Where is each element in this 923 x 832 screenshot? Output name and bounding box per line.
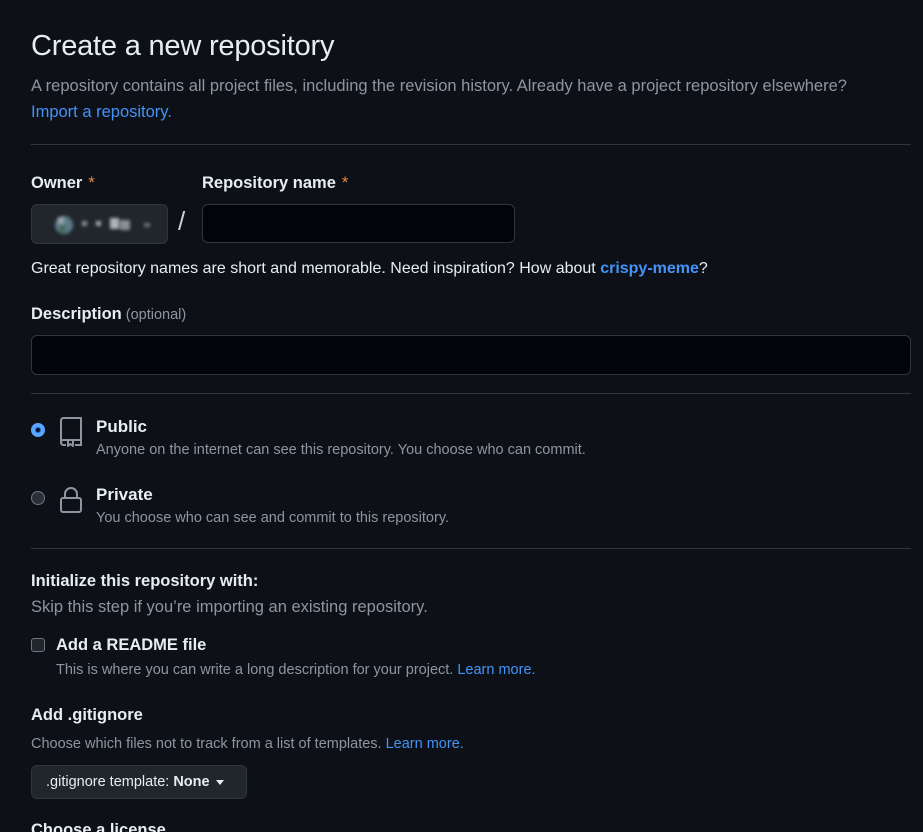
owner-repo-separator: / (178, 206, 186, 236)
repo-name-hint: Great repository names are short and mem… (31, 260, 708, 278)
readme-description: This is where you can write a long descr… (56, 662, 536, 678)
initialize-title: Initialize this repository with: (31, 572, 259, 590)
description-label-text: Description (31, 305, 122, 323)
gitignore-desc-text: Choose which files not to track from a l… (31, 736, 382, 752)
page-title: Create a new repository (31, 30, 335, 62)
description-label: Description (optional) (31, 305, 186, 324)
optional-tag: (optional) (125, 307, 187, 323)
create-repo-page: Create a new repository A repository con… (0, 0, 923, 832)
hint-text: Great repository names are short and mem… (31, 260, 601, 277)
readme-desc-text: This is where you can write a long descr… (56, 662, 454, 678)
private-radio[interactable] (31, 491, 45, 505)
divider (31, 144, 911, 145)
license-title: Choose a license (31, 821, 166, 832)
repo-name-label-text: Repository name (202, 174, 336, 192)
lock-icon (60, 487, 82, 513)
gitignore-description: Choose which files not to track from a l… (31, 736, 464, 752)
owner-label-text: Owner (31, 174, 83, 192)
hint-suffix: ? (698, 260, 708, 277)
description-input[interactable] (31, 335, 911, 375)
required-marker: * (88, 174, 95, 192)
private-title: Private (96, 485, 153, 504)
owner-label: Owner * (31, 174, 95, 193)
dropdown-label: .gitignore template: (46, 774, 170, 790)
owner-avatar-redacted (55, 216, 150, 234)
readme-label[interactable]: Add a README file (56, 636, 206, 655)
public-radio[interactable] (31, 423, 45, 437)
public-title: Public (96, 417, 148, 436)
name-suggestion-link[interactable]: crispy-meme (600, 260, 699, 277)
repo-icon (60, 417, 82, 447)
public-description: Anyone on the internet can see this repo… (96, 442, 586, 458)
readme-learn-more-link[interactable]: Learn more. (457, 662, 535, 678)
subtitle-text: A repository contains all project files,… (31, 77, 847, 95)
dropdown-value: None (173, 774, 210, 790)
required-marker: * (341, 174, 349, 192)
repo-name-label: Repository name * (202, 174, 348, 193)
gitignore-title: Add .gitignore (31, 706, 143, 724)
initialize-subtitle: Skip this step if you’re importing an ex… (31, 598, 428, 616)
private-description: You choose who can see and commit to thi… (96, 510, 450, 526)
caret-down-icon (215, 779, 224, 785)
divider (31, 548, 911, 549)
readme-checkbox[interactable] (31, 638, 45, 652)
page-subtitle: A repository contains all project files,… (31, 73, 911, 125)
gitignore-template-dropdown[interactable]: .gitignore template: None (31, 765, 247, 799)
repo-name-input[interactable] (202, 204, 515, 243)
owner-select-button[interactable] (31, 204, 168, 244)
gitignore-learn-more-link[interactable]: Learn more. (386, 736, 464, 752)
divider (31, 393, 911, 394)
import-repository-link[interactable]: Import a repository. (31, 103, 172, 121)
